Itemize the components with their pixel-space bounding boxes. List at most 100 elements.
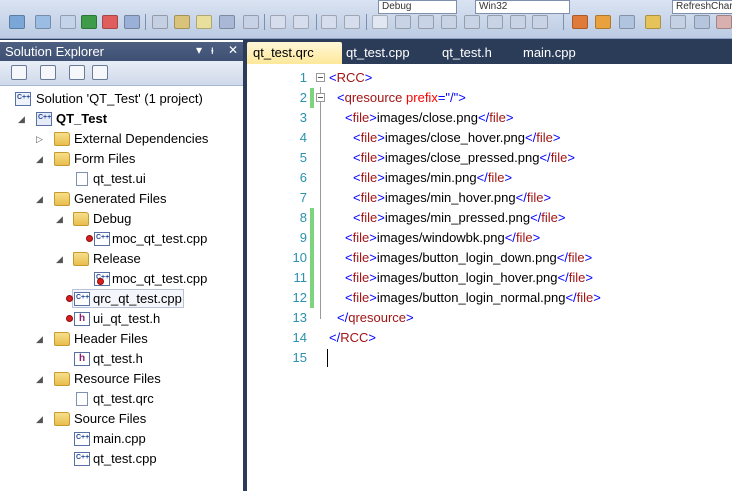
excluded-icon xyxy=(97,278,104,285)
collapse-region-icon[interactable] xyxy=(316,93,325,102)
expand-arrow-icon[interactable]: ▷ xyxy=(36,129,43,149)
tree-item-qt-test-h[interactable]: qt_test.h xyxy=(0,349,243,369)
error-list-icon[interactable] xyxy=(716,15,732,29)
increase-indent-icon[interactable] xyxy=(293,15,309,29)
show-all-files-icon[interactable] xyxy=(40,65,56,80)
bookmark-toggle-icon[interactable] xyxy=(372,15,388,29)
properties-icon[interactable] xyxy=(11,65,27,80)
bookmark-prev-folder-icon[interactable] xyxy=(441,15,457,29)
window-position-icon[interactable]: ▾ xyxy=(196,43,202,57)
code-line[interactable]: 7 <file>images/min_hover.png</file> xyxy=(247,188,732,208)
class-view-icon[interactable] xyxy=(572,15,588,29)
solution-explorer-title: Solution Explorer xyxy=(5,44,104,59)
open-linguist-icon[interactable] xyxy=(174,15,190,29)
cpp-file-icon xyxy=(74,292,90,306)
code-line[interactable]: 8 <file>images/min_pressed.png</file> xyxy=(247,208,732,228)
tree-item-generated-files[interactable]: ◢ Generated Files xyxy=(0,189,243,209)
tree-item-external-dependencies[interactable]: ▷ External Dependencies xyxy=(0,129,243,149)
attach-icon[interactable] xyxy=(124,15,140,29)
collapse-arrow-icon[interactable]: ◢ xyxy=(36,409,43,429)
decrease-indent-icon[interactable] xyxy=(270,15,286,29)
stop-debug-icon[interactable] xyxy=(102,15,118,29)
code-editor[interactable]: 1 <RCC> 2 <qresource prefix="/"> 3 <file>imag… xyxy=(247,64,732,491)
properties-icon[interactable] xyxy=(595,15,611,29)
collapse-arrow-icon[interactable]: ◢ xyxy=(36,189,43,209)
qt-options-icon[interactable] xyxy=(196,15,212,29)
tree-item-source-files[interactable]: ◢ Source Files xyxy=(0,409,243,429)
view-class-diagram-icon[interactable] xyxy=(92,65,108,80)
code-line[interactable]: 6 <file>images/min.png</file> xyxy=(247,168,732,188)
clear-bookmarks-icon[interactable] xyxy=(532,15,548,29)
line-number: 9 xyxy=(299,230,307,245)
code-line[interactable]: 14 </RCC> xyxy=(247,328,732,348)
tree-item-header-files[interactable]: ◢ Header Files xyxy=(0,329,243,349)
collapse-arrow-icon[interactable]: ◢ xyxy=(36,369,43,389)
start-page-icon[interactable] xyxy=(645,15,661,29)
tree-item-qrc-qt-test-cpp[interactable]: qrc_qt_test.cpp xyxy=(0,289,243,309)
tab-qt-test-cpp[interactable]: qt_test.cpp xyxy=(340,42,416,64)
collapse-arrow-icon[interactable]: ◢ xyxy=(36,149,43,169)
open-designer-icon[interactable] xyxy=(152,15,168,29)
toolbar-separator xyxy=(366,14,367,30)
tree-item-project[interactable]: ◢ QT_Test xyxy=(0,109,243,129)
code-line[interactable]: 9 <file>images/windowbk.png</file> xyxy=(247,228,732,248)
tree-item-qt-test-qrc[interactable]: qt_test.qrc xyxy=(0,389,243,409)
output-icon[interactable] xyxy=(694,15,710,29)
code-line[interactable]: 5 <file>images/close_pressed.png</file> xyxy=(247,148,732,168)
tree-item-main-cpp[interactable]: main.cpp xyxy=(0,429,243,449)
code-line[interactable]: 15 xyxy=(247,348,732,368)
tab-qt-test-qrc[interactable]: qt_test.qrc xyxy=(247,42,342,64)
tree-item-moc-debug[interactable]: moc_qt_test.cpp xyxy=(0,229,243,249)
code-line[interactable]: 10 <file>images/button_login_down.png</fi… xyxy=(247,248,732,268)
tab-qt-test-h[interactable]: qt_test.h xyxy=(436,42,498,64)
collapse-arrow-icon[interactable]: ◢ xyxy=(56,249,63,269)
code-line[interactable]: 3 <file>images/close.png</file> xyxy=(247,108,732,128)
auto-hide-pin-icon[interactable]: ᵻ xyxy=(211,43,214,57)
uncomment-icon[interactable] xyxy=(344,15,360,29)
bookmark-next-doc-icon[interactable] xyxy=(510,15,526,29)
code-line[interactable]: 12 <file>images/button_login_normal.png</… xyxy=(247,288,732,308)
close-icon[interactable]: ✕ xyxy=(228,43,238,57)
code-text: <file>images/min.png</file> xyxy=(353,170,513,185)
tree-item-resource-files[interactable]: ◢ Resource Files xyxy=(0,369,243,389)
start-debug-icon[interactable] xyxy=(81,15,97,29)
tree-item-label: Solution 'QT_Test' (1 project) xyxy=(36,91,203,106)
tree-item-label: moc_qt_test.cpp xyxy=(112,231,208,246)
collapse-arrow-icon[interactable]: ◢ xyxy=(36,329,43,349)
collapse-region-icon[interactable] xyxy=(316,73,325,82)
code-line[interactable]: 11 <file>images/button_login_hover.png</f… xyxy=(247,268,732,288)
format-icon[interactable] xyxy=(219,15,235,29)
add-class-icon[interactable] xyxy=(35,15,51,29)
tree-item-qt-test-ui[interactable]: qt_test.ui xyxy=(0,169,243,189)
tab-main-cpp[interactable]: main.cpp xyxy=(517,42,582,64)
code-text: <file>images/button_login_normal.png</fi… xyxy=(345,290,601,305)
toolbox-icon[interactable] xyxy=(619,15,635,29)
code-line[interactable]: 13 </qresource> xyxy=(247,308,732,328)
bookmark-icon[interactable] xyxy=(243,15,259,29)
tree-item-debug[interactable]: ◢ Debug xyxy=(0,209,243,229)
bookmark-prev-icon[interactable] xyxy=(395,15,411,29)
extension-icon[interactable] xyxy=(670,15,686,29)
tree-item-ui-qt-test-h[interactable]: ui_qt_test.h xyxy=(0,309,243,329)
refresh-icon[interactable] xyxy=(69,65,85,80)
bookmark-next-icon[interactable] xyxy=(418,15,434,29)
tree-item-label: Form Files xyxy=(74,151,136,166)
collapse-arrow-icon[interactable]: ◢ xyxy=(18,109,25,129)
tree-item-moc-release[interactable]: moc_qt_test.cpp xyxy=(0,269,243,289)
code-line[interactable]: 2 <qresource prefix="/"> xyxy=(247,88,732,108)
line-number: 13 xyxy=(292,310,307,325)
comment-icon[interactable] xyxy=(321,15,337,29)
code-line[interactable]: 4 <file>images/close_hover.png</file> xyxy=(247,128,732,148)
tree-item-label: Source Files xyxy=(74,411,147,426)
tree-item-qt-test-cpp[interactable]: qt_test.cpp xyxy=(0,449,243,469)
tree-item-solution[interactable]: Solution 'QT_Test' (1 project) xyxy=(0,89,243,109)
add-new-item-icon[interactable] xyxy=(9,15,25,29)
bookmark-next-folder-icon[interactable] xyxy=(464,15,480,29)
tree-item-form-files[interactable]: ◢ Form Files xyxy=(0,149,243,169)
save-icon[interactable] xyxy=(60,15,76,29)
bookmark-prev-doc-icon[interactable] xyxy=(487,15,503,29)
code-line[interactable]: 1 <RCC> xyxy=(247,68,732,88)
collapse-arrow-icon[interactable]: ◢ xyxy=(56,209,63,229)
code-text: <file>images/button_login_hover.png</fil… xyxy=(345,270,593,285)
tree-item-release[interactable]: ◢ Release xyxy=(0,249,243,269)
